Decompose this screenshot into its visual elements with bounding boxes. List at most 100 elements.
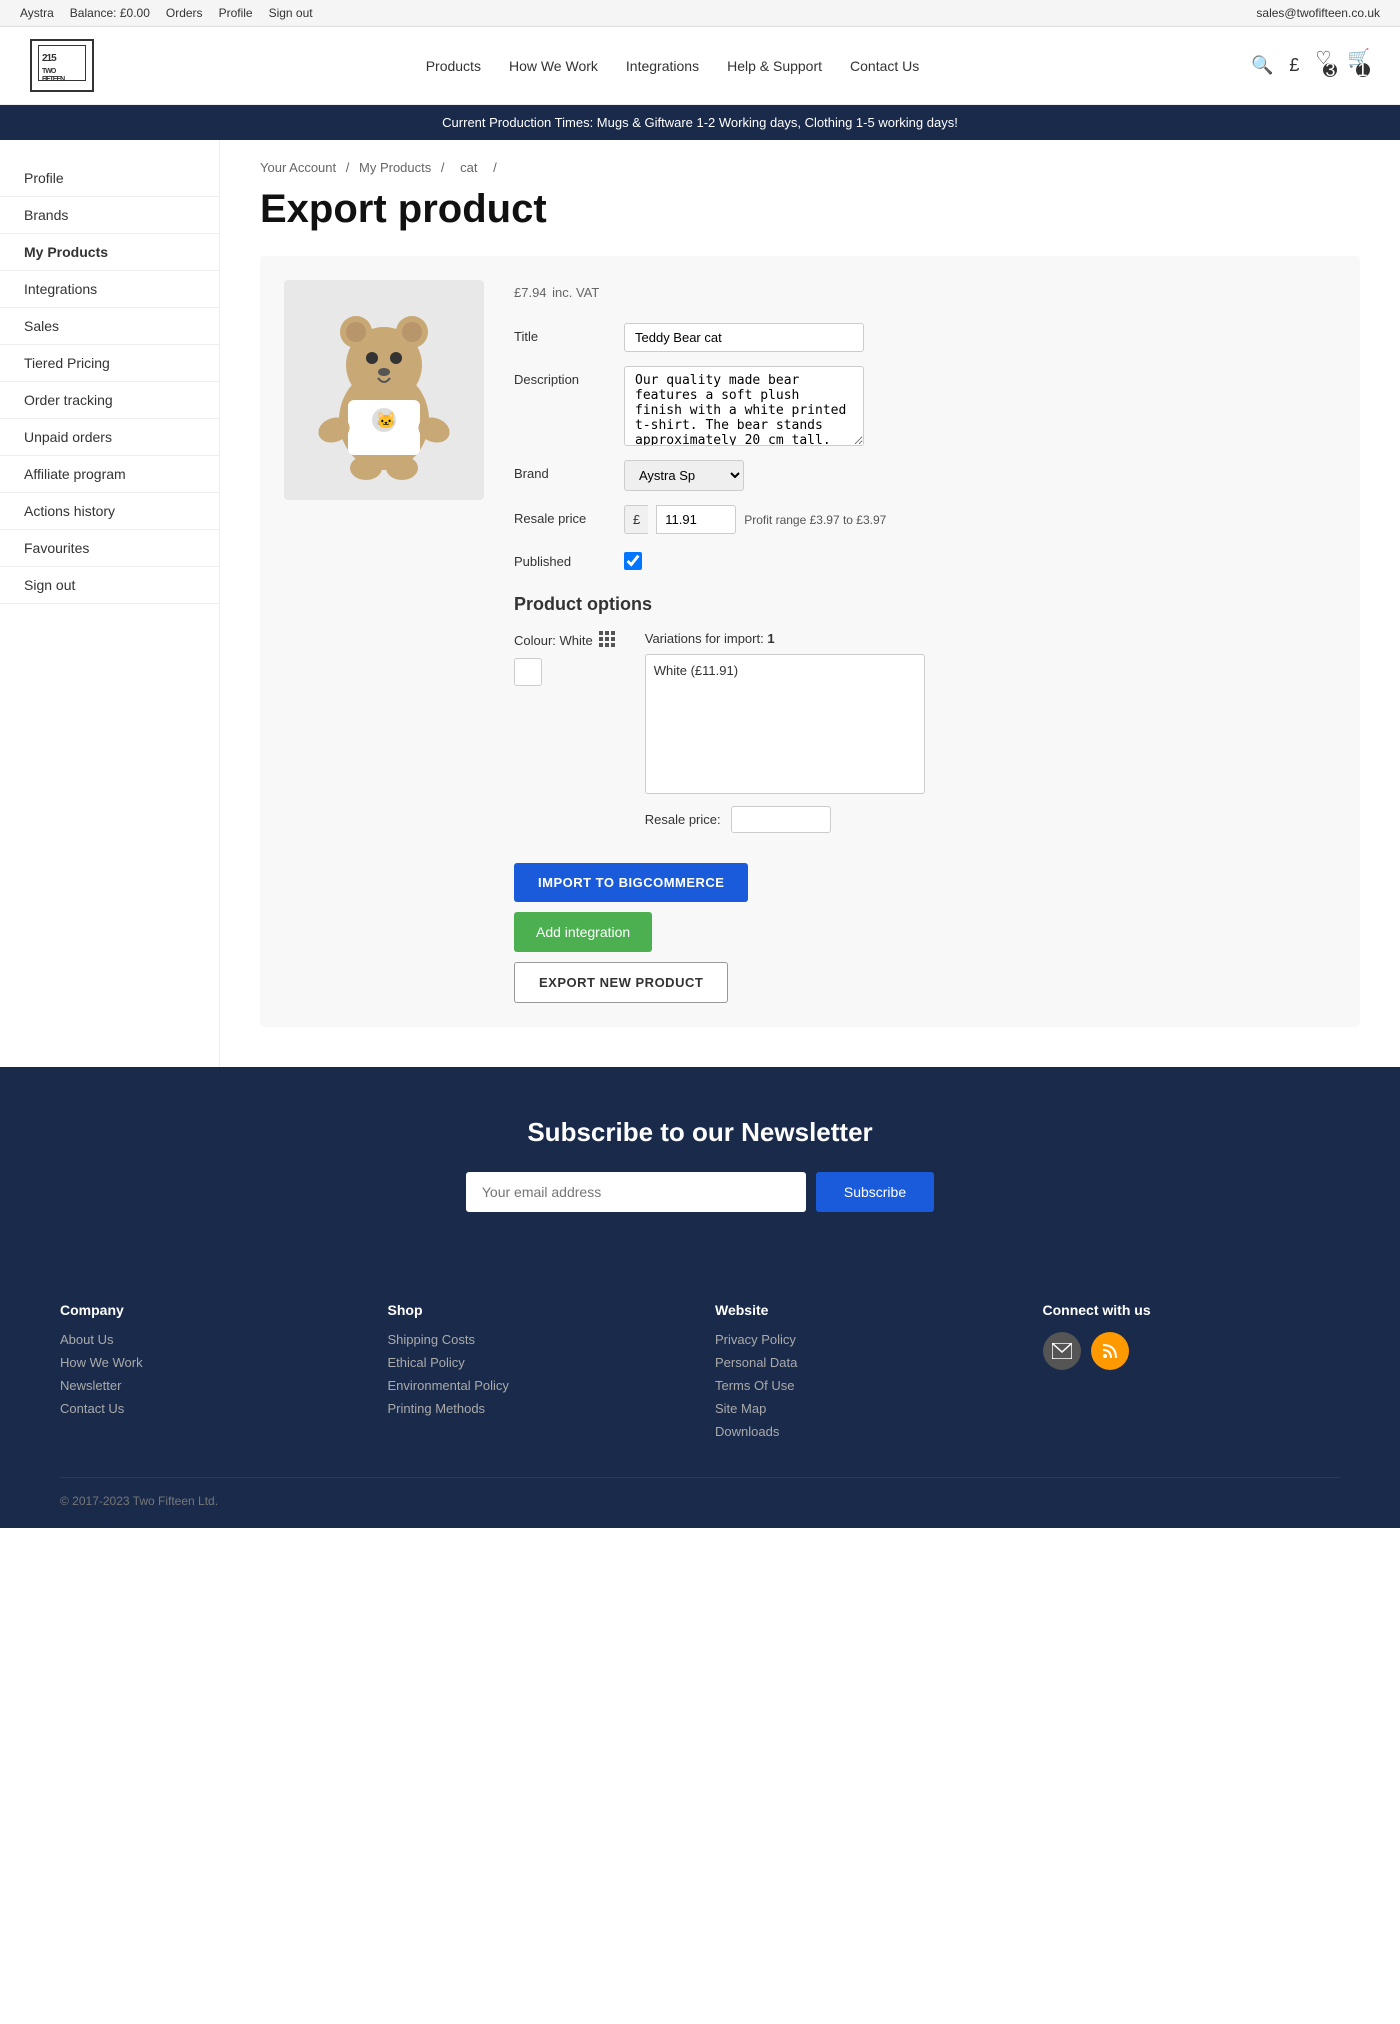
top-bar-email: sales@twofifteen.co.uk xyxy=(1256,6,1380,20)
nav-integrations[interactable]: Integrations xyxy=(626,58,699,74)
variations-label: Variations for import: 1 xyxy=(645,631,1336,646)
colour-section: Colour: White xyxy=(514,631,615,686)
sidebar-item-unpaid-orders[interactable]: Unpaid orders xyxy=(0,419,219,456)
search-icon[interactable]: 🔍 xyxy=(1251,55,1273,76)
svg-text:TWO: TWO xyxy=(42,68,57,75)
footer-col-connect: Connect with us xyxy=(1043,1302,1341,1447)
sidebar-item-my-products[interactable]: My Products xyxy=(0,234,219,271)
footer-link-terms[interactable]: Terms Of Use xyxy=(715,1378,1013,1393)
currency-icon[interactable]: £ xyxy=(1289,55,1299,76)
wishlist-icon[interactable]: ♡ 3 xyxy=(1315,48,1331,83)
header-icons: 🔍 £ ♡ 3 🛒 1 xyxy=(1251,48,1370,83)
sidebar-item-order-tracking[interactable]: Order tracking xyxy=(0,382,219,419)
brand-row: Brand Aystra Sp xyxy=(514,460,1336,491)
colour-swatch-white[interactable] xyxy=(514,658,542,686)
footer-grid: Company About Us How We Work Newsletter … xyxy=(60,1302,1340,1447)
breadcrumb-sep2: / xyxy=(441,160,448,175)
description-row: Description Our quality made bear featur… xyxy=(514,366,1336,446)
sidebar-item-sign-out[interactable]: Sign out xyxy=(0,567,219,604)
title-label: Title xyxy=(514,323,624,344)
banner: Current Production Times: Mugs & Giftwar… xyxy=(0,105,1400,140)
nav-contact[interactable]: Contact Us xyxy=(850,58,919,74)
footer-link-how-we-work[interactable]: How We Work xyxy=(60,1355,358,1370)
sidebar-item-brands[interactable]: Brands xyxy=(0,197,219,234)
resale-row: Resale price £ Profit range £3.97 to £3.… xyxy=(514,505,1336,534)
logo-box: 215 TWO FIFTEEN xyxy=(30,39,94,92)
logo[interactable]: 215 TWO FIFTEEN xyxy=(30,39,94,92)
description-input[interactable]: Our quality made bear features a soft pl… xyxy=(624,366,864,446)
footer-link-ethical[interactable]: Ethical Policy xyxy=(388,1355,686,1370)
sidebar-item-tiered-pricing[interactable]: Tiered Pricing xyxy=(0,345,219,382)
rss-social-icon[interactable] xyxy=(1091,1332,1129,1370)
profile-link[interactable]: Profile xyxy=(219,6,253,20)
signout-link[interactable]: Sign out xyxy=(269,6,313,20)
newsletter-heading: Subscribe to our Newsletter xyxy=(30,1117,1370,1148)
product-card: 🐱 £7.94 inc. VAT Title xyxy=(260,256,1360,1027)
export-button[interactable]: EXPORT NEW PRODUCT xyxy=(514,962,728,1003)
published-checkbox[interactable] xyxy=(624,552,642,570)
breadcrumb-sep1: / xyxy=(346,160,353,175)
breadcrumb-my-products[interactable]: My Products xyxy=(359,160,431,175)
footer-link-printing[interactable]: Printing Methods xyxy=(388,1401,686,1416)
product-image-svg: 🐱 xyxy=(304,300,464,480)
main-layout: Profile Brands My Products Integrations … xyxy=(0,140,1400,1067)
footer-link-contact[interactable]: Contact Us xyxy=(60,1401,358,1416)
grid-icon[interactable] xyxy=(599,631,615,650)
brand-select[interactable]: Aystra Sp xyxy=(624,460,744,491)
sidebar-item-favourites[interactable]: Favourites xyxy=(0,530,219,567)
footer-shop-heading: Shop xyxy=(388,1302,686,1318)
top-bar-left: Aystra Balance: £0.00 Orders Profile Sig… xyxy=(20,6,313,20)
variation-resale-input[interactable] xyxy=(731,806,831,833)
footer-link-privacy[interactable]: Privacy Policy xyxy=(715,1332,1013,1347)
email-social-icon[interactable] xyxy=(1043,1332,1081,1370)
footer-link-newsletter[interactable]: Newsletter xyxy=(60,1378,358,1393)
nav-products[interactable]: Products xyxy=(426,58,481,74)
variations-box: White (£11.91) xyxy=(645,654,925,794)
footer-link-shipping[interactable]: Shipping Costs xyxy=(388,1332,686,1347)
title-input[interactable] xyxy=(624,323,864,352)
resale-input[interactable] xyxy=(656,505,736,534)
sidebar-item-profile[interactable]: Profile xyxy=(0,160,219,197)
svg-text:215: 215 xyxy=(42,53,57,64)
import-button[interactable]: IMPORT TO BIGCOMMERCE xyxy=(514,863,748,902)
footer-link-personal-data[interactable]: Personal Data xyxy=(715,1355,1013,1370)
sidebar-item-sales[interactable]: Sales xyxy=(0,308,219,345)
footer-link-downloads[interactable]: Downloads xyxy=(715,1424,1013,1439)
add-integration-button[interactable]: Add integration xyxy=(514,912,652,952)
cart-badge: 1 xyxy=(1356,63,1370,77)
top-bar: Aystra Balance: £0.00 Orders Profile Sig… xyxy=(0,0,1400,27)
nav-how-we-work[interactable]: How We Work xyxy=(509,58,598,74)
footer-bottom: © 2017-2023 Two Fifteen Ltd. xyxy=(60,1477,1340,1508)
options-heading: Product options xyxy=(514,594,1336,615)
newsletter: Subscribe to our Newsletter Subscribe xyxy=(0,1067,1400,1262)
svg-text:FIFTEEN: FIFTEEN xyxy=(42,76,65,81)
banner-text: Current Production Times: Mugs & Giftwar… xyxy=(442,115,958,130)
variation-resale-label: Resale price: xyxy=(645,812,721,827)
copyright: © 2017-2023 Two Fifteen Ltd. xyxy=(60,1494,218,1508)
sidebar: Profile Brands My Products Integrations … xyxy=(0,140,220,1067)
footer-link-environmental[interactable]: Environmental Policy xyxy=(388,1378,686,1393)
orders-link[interactable]: Orders xyxy=(166,6,203,20)
footer-link-about[interactable]: About Us xyxy=(60,1332,358,1347)
options-row: Colour: White xyxy=(514,631,1336,833)
footer-link-sitemap[interactable]: Site Map xyxy=(715,1401,1013,1416)
currency-prefix: £ xyxy=(624,505,648,534)
variation-resale-row: Resale price: xyxy=(645,806,1336,833)
resale-label: Resale price xyxy=(514,505,624,526)
product-options: Product options Colour: White xyxy=(514,594,1336,833)
action-buttons: IMPORT TO BIGCOMMERCE Add integration EX… xyxy=(514,863,1336,1003)
sidebar-item-integrations[interactable]: Integrations xyxy=(0,271,219,308)
sidebar-item-affiliate[interactable]: Affiliate program xyxy=(0,456,219,493)
sidebar-item-actions-history[interactable]: Actions history xyxy=(0,493,219,530)
price-suffix: inc. VAT xyxy=(552,285,599,300)
footer: Company About Us How We Work Newsletter … xyxy=(0,1262,1400,1528)
nav-help[interactable]: Help & Support xyxy=(727,58,822,74)
title-row: Title xyxy=(514,323,1336,352)
profit-text: Profit range £3.97 to £3.97 xyxy=(744,513,886,527)
newsletter-subscribe-button[interactable]: Subscribe xyxy=(816,1172,934,1212)
footer-company-heading: Company xyxy=(60,1302,358,1318)
breadcrumb-account[interactable]: Your Account xyxy=(260,160,336,175)
cart-icon[interactable]: 🛒 1 xyxy=(1348,48,1370,83)
newsletter-email-input[interactable] xyxy=(466,1172,806,1212)
price-group: £ Profit range £3.97 to £3.97 xyxy=(624,505,886,534)
